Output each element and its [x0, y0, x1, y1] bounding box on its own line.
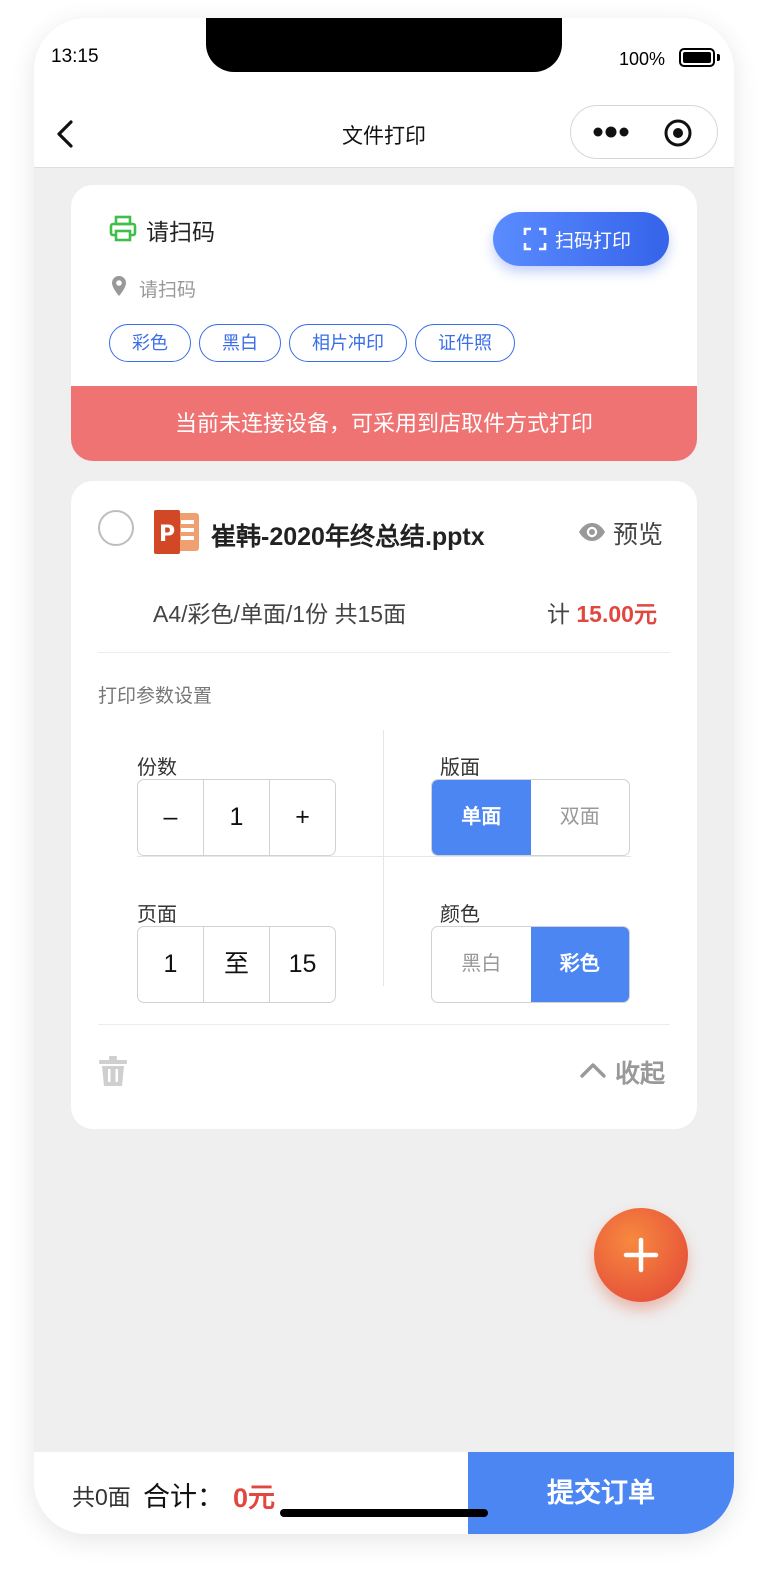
- sides-selector: 单面 双面: [431, 779, 630, 856]
- file-select-radio[interactable]: [98, 510, 134, 546]
- page-to-input[interactable]: 15: [269, 927, 335, 1002]
- copies-label: 份数: [137, 757, 177, 779]
- divider: [98, 1024, 670, 1025]
- grid-divider-horizontal: [137, 856, 631, 857]
- eye-icon: [579, 523, 605, 541]
- page-range-separator: 至: [203, 927, 269, 1002]
- camera-notch: [206, 18, 562, 72]
- status-time: 13:15: [51, 46, 99, 67]
- chevron-up-icon: [580, 1063, 606, 1078]
- nav-bar: 文件打印: [34, 98, 734, 168]
- file-card: P 崔韩-2020年终总结.pptx 预览 A4/彩色/单面/1份 共15面 计…: [71, 481, 697, 1129]
- battery-percent: 100%: [619, 49, 666, 69]
- more-icon[interactable]: [591, 119, 631, 145]
- phone-screen: 13:15 100% 文件打印 请扫码 请扫码 扫码打印 彩色 黑白 相片冲印 …: [34, 18, 734, 1534]
- file-spec: A4/彩色/单面/1份 共15面: [153, 601, 407, 627]
- price-value: 15.00元: [576, 601, 657, 627]
- scan-print-button[interactable]: 扫码打印: [493, 212, 669, 266]
- powerpoint-file-icon: P: [154, 510, 199, 554]
- color-option[interactable]: 彩色: [530, 927, 629, 1002]
- price-label: 计: [547, 601, 570, 627]
- sides-label: 版面: [440, 757, 480, 779]
- battery-icon: [679, 48, 715, 67]
- page-range: 1 至 15: [137, 926, 336, 1003]
- home-indicator: [280, 1509, 488, 1517]
- tag-bw: 黑白: [199, 324, 281, 362]
- tag-photo: 相片冲印: [289, 324, 407, 362]
- total-label: 合计：: [143, 1482, 224, 1512]
- service-tags: 彩色 黑白 相片冲印 证件照: [109, 324, 515, 362]
- copies-plus-button[interactable]: +: [269, 780, 335, 855]
- shop-name: 请扫码: [146, 219, 215, 245]
- add-file-button[interactable]: [594, 1208, 688, 1302]
- total-amount: 0元: [233, 1483, 276, 1513]
- file-name: 崔韩-2020年终总结.pptx: [211, 523, 485, 551]
- mini-program-capsule: [570, 105, 718, 159]
- total-pages: 共0面: [72, 1484, 131, 1510]
- black-white-option[interactable]: 黑白: [432, 927, 531, 1002]
- tag-id-photo: 证件照: [415, 324, 515, 362]
- grid-divider-vertical: [383, 730, 384, 986]
- scan-print-label: 扫码打印: [555, 231, 632, 252]
- scan-icon: [523, 227, 547, 251]
- copies-value[interactable]: 1: [203, 780, 269, 855]
- double-sided-option[interactable]: 双面: [531, 780, 630, 855]
- color-selector: 黑白 彩色: [431, 926, 630, 1003]
- preview-label: 预览: [613, 521, 664, 549]
- file-price: 计 15.00元: [547, 595, 657, 629]
- copies-minus-button[interactable]: –: [138, 780, 203, 855]
- plus-icon: [623, 1237, 659, 1273]
- divider: [98, 652, 670, 653]
- shop-card: 请扫码 请扫码 扫码打印 彩色 黑白 相片冲印 证件照 当前未连接设备，可采用到…: [71, 185, 697, 461]
- color-label: 颜色: [440, 904, 480, 926]
- copies-stepper: – 1 +: [137, 779, 336, 856]
- shop-address: 请扫码: [139, 280, 197, 301]
- printer-icon: [109, 215, 137, 242]
- not-connected-warning: 当前未连接设备，可采用到店取件方式打印: [71, 386, 697, 461]
- trash-icon[interactable]: [98, 1055, 128, 1087]
- settings-title: 打印参数设置: [98, 686, 213, 707]
- pages-label: 页面: [137, 904, 177, 926]
- bottom-bar: 共0面 合计： 0元 提交订单: [34, 1452, 734, 1534]
- page-from-input[interactable]: 1: [138, 927, 203, 1002]
- battery-tip: [717, 54, 720, 61]
- collapse-label: 收起: [615, 1060, 666, 1088]
- close-target-icon[interactable]: [663, 118, 693, 148]
- svg-text:P: P: [159, 522, 175, 547]
- location-icon: [112, 276, 126, 296]
- tag-color: 彩色: [109, 324, 191, 362]
- status-bar: 13:15 100%: [34, 18, 734, 98]
- single-sided-option[interactable]: 单面: [432, 780, 531, 855]
- submit-order-button[interactable]: 提交订单: [468, 1452, 734, 1534]
